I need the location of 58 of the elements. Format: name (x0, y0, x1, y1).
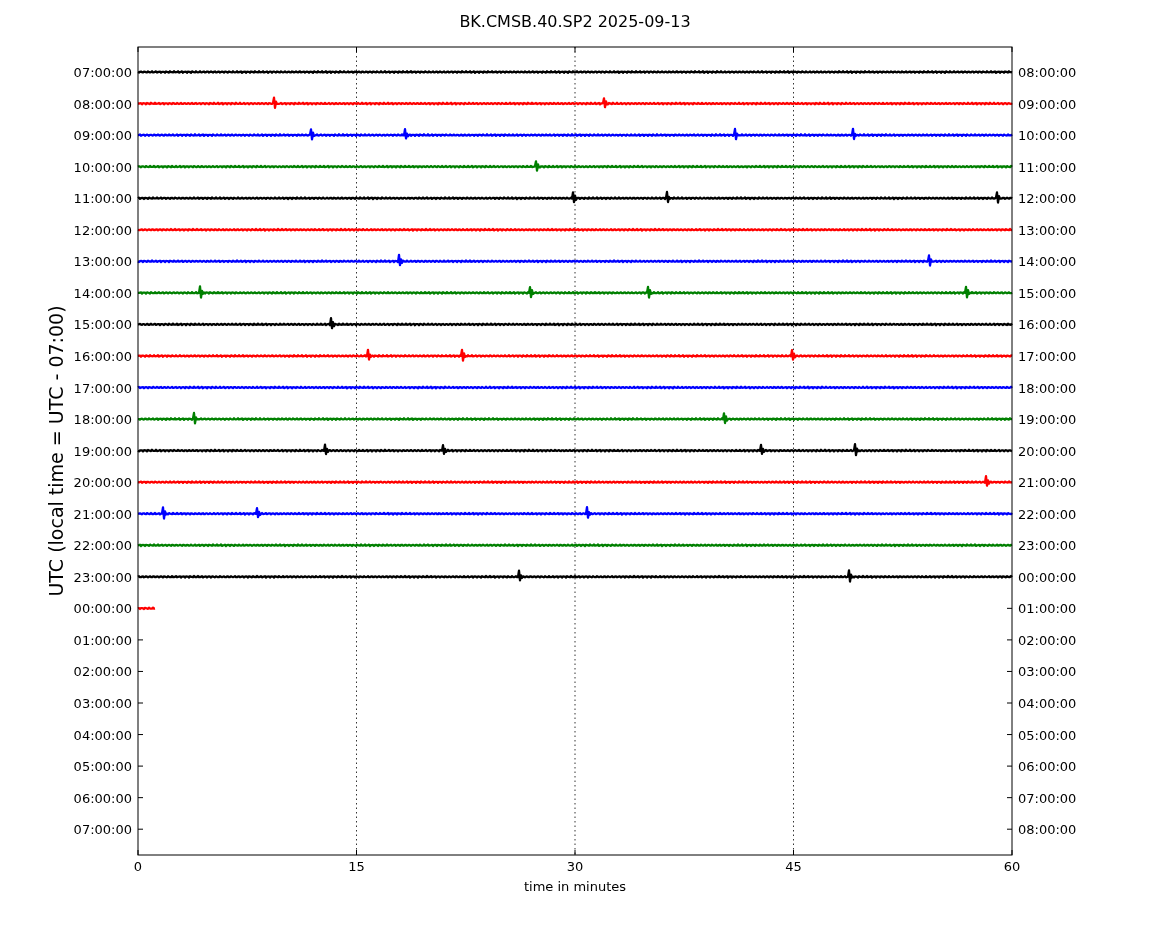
axis-tick-label: 00:00:00 (73, 601, 132, 617)
axis-tick-label: 15:00:00 (1018, 285, 1077, 301)
axis-tick-label: 15 (348, 859, 365, 874)
axis-tick-label: 60 (1003, 859, 1021, 874)
axis-tick-label: 17:00:00 (73, 380, 132, 396)
axis-tick-label: 0 (133, 859, 143, 874)
axis-tick-label: 08:00:00 (1018, 65, 1077, 80)
axis-tick-label: 12:00:00 (1018, 191, 1077, 207)
axis-tick-label: 04:00:00 (73, 727, 132, 743)
axis-tick-label: 01:00:00 (73, 632, 132, 648)
axis-tick-label: 00:00:00 (1018, 569, 1077, 585)
axis-tick-label: 11:00:00 (73, 191, 132, 207)
axis-tick-label: 13:00:00 (73, 254, 132, 270)
axis-tick-label: 16:00:00 (1018, 317, 1077, 333)
axis-tick-label: 08:00:00 (1018, 822, 1077, 838)
axis-tick-label: 45 (785, 859, 802, 874)
axis-tick-label: 05:00:00 (73, 759, 132, 775)
axis-tick-label: 14:00:00 (1018, 254, 1077, 270)
axis-tick-label: 08:00:00 (73, 96, 132, 112)
axis-tick-label: 23:00:00 (1018, 538, 1077, 554)
axis-tick-label: 18:00:00 (73, 412, 132, 428)
axis-tick-label: 20:00:00 (1018, 443, 1077, 459)
axis-tick-label: 20:00:00 (73, 475, 132, 491)
axis-tick-label: 21:00:00 (1018, 475, 1077, 491)
axis-tick-label: 15:00:00 (73, 317, 132, 333)
axis-label: time in minutes (523, 879, 627, 894)
axis-tick-label: 07:00:00 (1018, 790, 1077, 806)
axis-tick-label: 02:00:00 (73, 664, 132, 680)
axis-tick-label: 06:00:00 (73, 790, 132, 806)
axis-tick-label: 10:00:00 (73, 159, 132, 175)
axis-tick-label: 05:00:00 (1018, 727, 1077, 743)
axis-tick-label: 23:00:00 (73, 569, 132, 585)
axis-tick-label: 03:00:00 (73, 696, 132, 711)
axis-tick-label: 09:00:00 (73, 128, 132, 144)
axis-tick-label: 22:00:00 (1018, 506, 1077, 522)
axis-tick-label: 04:00:00 (1018, 696, 1077, 711)
axis-tick-label: 09:00:00 (1018, 96, 1077, 112)
axis-tick-label: 22:00:00 (73, 538, 132, 554)
axis-tick-label: 30 (566, 859, 584, 874)
axis-tick-label: 12:00:00 (73, 222, 132, 238)
axis-tick-label: 16:00:00 (73, 348, 132, 364)
axis-tick-label: 11:00:00 (1018, 159, 1077, 175)
chart-title: BK.CMSB.40.SP2 2025-09-13 (459, 12, 691, 31)
axis-tick-label: 19:00:00 (73, 443, 132, 459)
axis-tick-label: 21:00:00 (73, 506, 132, 522)
axis-tick-label: 13:00:00 (1018, 222, 1077, 238)
axis-tick-label: 10:00:00 (1018, 128, 1077, 144)
axis-tick-label: 07:00:00 (73, 65, 132, 80)
axis-label: UTC (local time = UTC - 07:00) (45, 305, 67, 597)
axis-tick-label: 17:00:00 (1018, 348, 1077, 364)
axis-tick-label: 07:00:00 (73, 822, 132, 838)
axis-tick-label: 01:00:00 (1018, 601, 1077, 617)
axis-tick-label: 02:00:00 (1018, 632, 1077, 648)
axis-tick-label: 14:00:00 (73, 285, 132, 301)
axis-tick-label: 19:00:00 (1018, 412, 1077, 428)
axis-tick-label: 03:00:00 (1018, 664, 1077, 680)
axis-tick-label: 18:00:00 (1018, 380, 1077, 396)
axis-tick-label: 06:00:00 (1018, 759, 1077, 775)
